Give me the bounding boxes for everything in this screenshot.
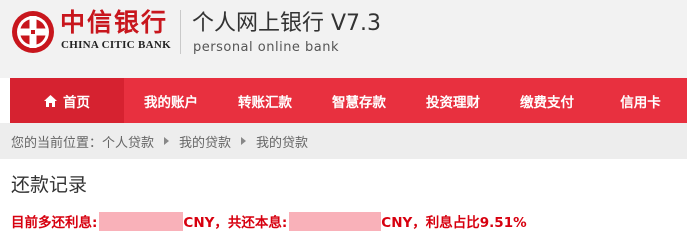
redacted-amount [289, 211, 382, 231]
product-subtitle: personal online bank [193, 40, 340, 55]
breadcrumb-separator-icon [164, 137, 170, 145]
header: 中信银行 CHINA CITIC BANK 个人网上银行 V7.3 person… [0, 0, 687, 78]
home-icon [44, 94, 57, 107]
breadcrumb-item-my-loans[interactable]: 我的贷款 [179, 132, 231, 151]
nav-item-label: 转账汇款 [238, 94, 292, 111]
page-title: 还款记录 [11, 174, 88, 196]
nav-item-label: 首页 [63, 94, 90, 111]
nav-item-payment[interactable]: 缴费支付 [500, 78, 594, 123]
nav-item-smart-deposit[interactable]: 智慧存款 [312, 78, 406, 123]
redacted-amount [99, 211, 184, 231]
nav-item-credit-card[interactable]: 信用卡 [594, 78, 687, 123]
bank-name-en: CHINA CITIC BANK [61, 39, 171, 51]
nav-item-investment[interactable]: 投资理财 [406, 78, 500, 123]
breadcrumb-item-current: 我的贷款 [256, 135, 309, 151]
summary-interest-ratio: CNY，利息占比9.51% [381, 215, 527, 231]
nav-item-label: 我的账户 [144, 94, 198, 111]
summary-total-label: CNY，共还本息: [183, 215, 288, 231]
main-nav: 首页 我的账户 转账汇款 智慧存款 投资理财 缴费支付 信用卡 [10, 78, 687, 123]
nav-item-label: 投资理财 [426, 94, 480, 111]
product-title: 个人网上银行 V7.3 [192, 11, 382, 36]
nav-item-my-account[interactable]: 我的账户 [124, 78, 218, 123]
nav-item-label: 智慧存款 [332, 94, 386, 111]
logo-divider [180, 10, 181, 54]
breadcrumb-prefix: 您的当前位置： [11, 135, 103, 151]
nav-item-home[interactable]: 首页 [10, 78, 124, 123]
nav-item-transfer[interactable]: 转账汇款 [218, 78, 312, 123]
nav-item-label: 信用卡 [620, 94, 661, 111]
citic-logo-icon [12, 11, 54, 53]
summary-extra-interest-label: 目前多还利息: [11, 215, 98, 231]
breadcrumb-item-personal-loan[interactable]: 个人贷款 [102, 132, 154, 151]
bank-name-cn: 中信银行 [60, 8, 169, 37]
breadcrumb-separator-icon [241, 137, 247, 145]
repayment-summary: 目前多还利息: CNY，共还本息: CNY，利息占比9.51% [11, 210, 527, 232]
breadcrumb: 您的当前位置： 个人贷款 我的贷款 我的贷款 [0, 123, 687, 159]
nav-item-label: 缴费支付 [520, 94, 574, 111]
